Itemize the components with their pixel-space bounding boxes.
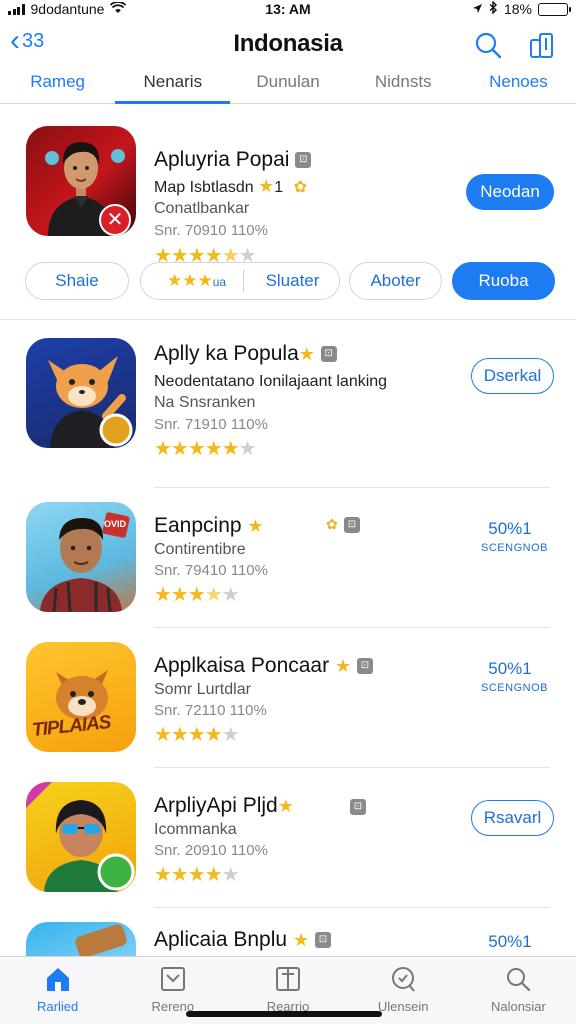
search-icon[interactable] — [473, 30, 503, 60]
discount-label[interactable]: 50%1 — [480, 659, 540, 679]
app-subtitle: Neodentatano Ionilajaant lanking — [154, 373, 388, 390]
sparkle-icon: ✿ — [326, 516, 338, 532]
app-category: Contirentibre — [154, 541, 246, 558]
star-rating: ★★★★★ — [154, 724, 240, 746]
house-icon — [46, 968, 69, 991]
info-badge-icon: ⊡ — [314, 932, 331, 949]
app-icon — [26, 922, 136, 958]
filter-chips: Shaie ★★★ua Sluater Aboter Ruoba — [0, 262, 576, 302]
info-badge-icon: ⊡ — [350, 799, 366, 815]
app-icon: ✕ — [26, 126, 136, 236]
divider — [154, 487, 550, 488]
discount-sublabel: SCENGNOB — [481, 542, 548, 554]
app-meta: Snr. 71910 110% — [154, 416, 268, 433]
app-icon: OVID — [26, 502, 136, 612]
app-category: Somr Lurtdlar — [154, 681, 251, 698]
magnify-icon — [392, 967, 415, 992]
app-icon — [26, 338, 136, 448]
share-icon[interactable] — [528, 30, 558, 60]
info-badge-icon: ⊡ — [295, 152, 312, 169]
status-time: 13: AM — [265, 1, 311, 17]
tab-nidnsts[interactable]: Nidnsts — [346, 64, 461, 103]
navigation-bar: ‹ 33 Indonasia — [0, 22, 576, 66]
chip-aboter[interactable]: Aboter — [349, 262, 442, 300]
status-bar: 9dodantune 13: AM 18% — [0, 0, 576, 18]
list-item[interactable]: ArpliyApi Pljd★ ⊡ Icommanka Snr. 20910 1… — [0, 780, 576, 900]
star-icon: ★ — [247, 516, 264, 536]
app-title: ArpliyApi Pljd★ — [154, 794, 294, 817]
star-rating: ★★★★★ — [154, 864, 240, 886]
close-icon: ✕ — [99, 204, 131, 236]
battery-icon — [538, 2, 571, 16]
app-icon — [26, 782, 136, 892]
divider — [154, 627, 550, 628]
discount-label[interactable]: 50%1 — [480, 519, 540, 539]
tabbar-label: Ulensein — [377, 999, 429, 1014]
box-icon — [160, 967, 185, 991]
app-category: Na Snsranken — [154, 394, 256, 411]
action-button[interactable]: Dserkal — [471, 358, 554, 394]
app-category: Conatlbankar — [154, 200, 250, 217]
tab-nenaris[interactable]: Nenaris — [115, 64, 231, 104]
discount-sublabel: SCENGNOB — [481, 682, 548, 694]
star-icon: ★ — [292, 930, 310, 950]
divider — [0, 319, 576, 320]
sparkle-icon: ✿ — [293, 179, 307, 196]
search-icon — [507, 968, 531, 992]
star-icon: ★ — [277, 796, 294, 816]
app-category: Icommanka — [154, 821, 237, 838]
star-icon: ★ — [298, 344, 315, 364]
chip-ruoba[interactable]: Ruoba — [452, 262, 555, 300]
tab-dunulan[interactable]: Dunulan — [230, 64, 345, 103]
app-meta: Snr. 79410 110% — [154, 562, 268, 579]
chip-sluater[interactable]: Sluater — [250, 262, 335, 300]
info-badge-icon: ⊡ — [320, 346, 337, 363]
info-badge-icon: ⊡ — [356, 658, 373, 675]
tabbar-label: Rarlied — [37, 999, 79, 1014]
chip-shaie[interactable]: Shaie — [25, 262, 129, 300]
app-title: Apluyria Popai ⊡ — [154, 148, 312, 172]
info-badge-icon: ⊡ — [344, 517, 360, 533]
app-title: Aplicaia Bnplu ★ ⊡ — [154, 928, 331, 952]
list-item[interactable]: Aplicaia Bnplu ★ ⊡ 50%1 — [0, 920, 576, 960]
app-meta: Snr. 20910 110% — [154, 842, 268, 859]
divider — [154, 907, 550, 908]
tab-rameg[interactable]: Rameg — [0, 64, 115, 103]
app-meta: Snr. 70910 110% — [154, 222, 268, 239]
app-title: Eanpcinp ★ — [154, 514, 264, 537]
tabbar-item-rarlied[interactable]: Rarlied — [0, 957, 115, 1024]
list-item[interactable]: ✕ Apluyria Popai ⊡ Map Isbtlasdn ★1 ✿ Co… — [0, 124, 576, 267]
app-title: Applkaisa Poncaar ★ ⊡ — [154, 654, 373, 678]
tabbar-label: Nalonsiar — [490, 999, 546, 1014]
get-button[interactable]: Neodan — [466, 174, 554, 210]
discount-label[interactable]: 50%1 — [480, 932, 540, 952]
app-meta: Snr. 72110 110% — [154, 702, 267, 719]
book-icon — [276, 967, 300, 991]
star-icon: ★ — [258, 176, 275, 196]
app-icon: TIPLAIAS — [26, 642, 136, 752]
list-item[interactable]: Aplly ka Popula★ ⊡ Neodentatano Ionilaja… — [0, 336, 576, 476]
star-icon: ★ — [334, 656, 352, 676]
list-item[interactable]: TIPLAIAS Applkaisa Poncaar ★ ⊡ Somr Lurt… — [0, 640, 576, 760]
tabbar-item-nalonsiar[interactable]: Nalonsiar — [461, 957, 576, 1024]
segment-tabs: Rameg Nenaris Dunulan Nidnsts Nenoes — [0, 64, 576, 104]
star-icon: ★★★ — [167, 271, 213, 290]
tab-nenoes[interactable]: Nenoes — [461, 64, 576, 103]
icon-badge: OVID — [104, 519, 127, 529]
star-rating: ★★★★★ — [154, 584, 240, 606]
home-indicator[interactable] — [186, 1011, 382, 1017]
action-button[interactable]: Rsavarl — [471, 800, 554, 836]
star-rating: ★★★★★★ — [154, 438, 257, 460]
app-subtitle: Map Isbtlasdn ★1 ✿ — [154, 176, 307, 196]
chip-separator — [243, 270, 244, 292]
list-item[interactable]: OVID Eanpcinp ★ ✿ ⊡ Contirentibre Snr. 7… — [0, 500, 576, 620]
divider — [154, 767, 550, 768]
app-title: Aplly ka Popula★ ⊡ — [154, 342, 337, 366]
